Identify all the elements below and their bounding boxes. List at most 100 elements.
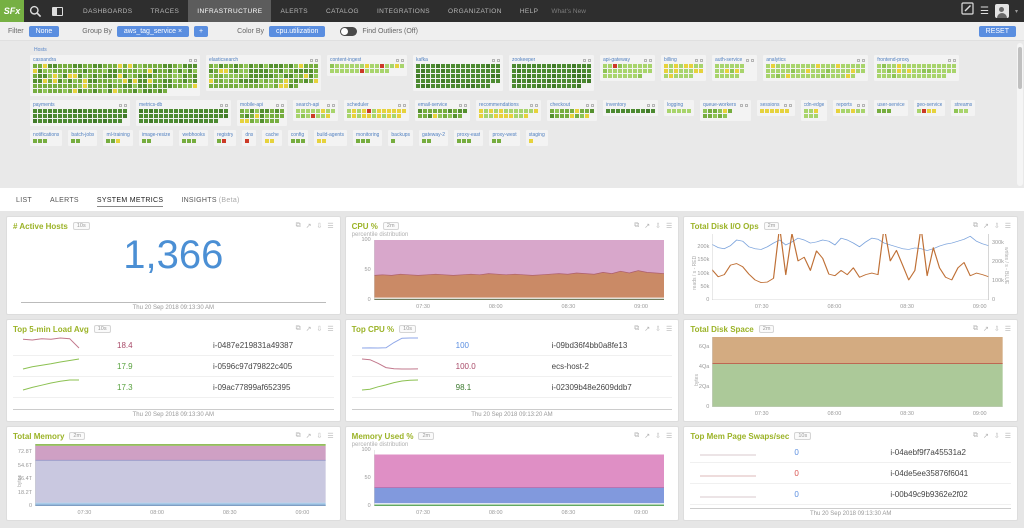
group-action-icons[interactable]: [783, 103, 792, 107]
host-cell[interactable]: [796, 64, 801, 68]
chart-menu-icon[interactable]: ☰: [1005, 325, 1011, 333]
host-cell[interactable]: [550, 114, 554, 118]
host-cell[interactable]: [366, 139, 371, 143]
heatmap-group-notifications[interactable]: notifications: [30, 130, 63, 146]
group-expand-icon[interactable]: [862, 103, 866, 107]
host-cell[interactable]: [699, 69, 703, 73]
host-cell[interactable]: [937, 74, 942, 78]
host-cell[interactable]: [532, 79, 536, 83]
host-cell[interactable]: [608, 69, 612, 73]
group-zoom-icon[interactable]: [783, 103, 787, 107]
host-cell[interactable]: [311, 109, 315, 113]
group-zoom-icon[interactable]: [857, 103, 861, 107]
host-cell[interactable]: [623, 64, 627, 68]
chevron-down-icon[interactable]: ▾: [1015, 8, 1018, 15]
host-cell[interactable]: [771, 69, 776, 73]
host-cell[interactable]: [68, 84, 72, 88]
host-cell[interactable]: [436, 74, 440, 78]
host-cell[interactable]: [422, 139, 427, 143]
host-cell[interactable]: [33, 89, 37, 93]
host-cell[interactable]: [786, 64, 791, 68]
host-cell[interactable]: [552, 79, 556, 83]
host-cell[interactable]: [791, 64, 796, 68]
host-cell[interactable]: [628, 74, 632, 78]
host-cell[interactable]: [587, 64, 591, 68]
group-expand-icon[interactable]: [649, 58, 652, 62]
host-cell[interactable]: [392, 109, 396, 113]
host-cell[interactable]: [214, 84, 218, 88]
host-cell[interactable]: [301, 109, 305, 113]
host-cell[interactable]: [98, 79, 102, 83]
host-cell[interactable]: [245, 114, 249, 118]
host-cell[interactable]: [98, 114, 102, 118]
host-cell[interactable]: [453, 109, 457, 113]
host-cell[interactable]: [357, 109, 361, 113]
plot-area[interactable]: bytes 72.8T 54.6T 36.4T 18.2T 0: [17, 444, 326, 509]
host-cell[interactable]: [846, 74, 851, 78]
host-cell[interactable]: [294, 74, 298, 78]
host-cell[interactable]: [811, 74, 816, 78]
host-cell[interactable]: [512, 69, 516, 73]
host-cell[interactable]: [229, 69, 233, 73]
host-cell[interactable]: [527, 84, 531, 88]
host-cell[interactable]: [345, 64, 349, 68]
group-action-icons[interactable]: [220, 103, 228, 107]
host-cell[interactable]: [528, 139, 533, 143]
host-cell[interactable]: [58, 119, 62, 123]
host-cell[interactable]: [63, 84, 67, 88]
host-cell[interactable]: [448, 114, 452, 118]
host-cell[interactable]: [148, 69, 152, 73]
group-zoom-icon[interactable]: [189, 58, 192, 62]
host-cell[interactable]: [108, 109, 112, 113]
host-cell[interactable]: [643, 64, 647, 68]
host-cell[interactable]: [916, 109, 921, 113]
host-cell[interactable]: [274, 64, 278, 68]
host-cell[interactable]: [861, 109, 866, 113]
host-cell[interactable]: [684, 74, 688, 78]
copy-icon[interactable]: ⧉: [296, 432, 301, 440]
group-expand-icon[interactable]: [953, 58, 957, 62]
host-cell[interactable]: [486, 79, 490, 83]
host-cell[interactable]: [725, 74, 729, 78]
host-cell[interactable]: [144, 114, 148, 118]
host-cell[interactable]: [387, 109, 391, 113]
host-cell[interactable]: [214, 74, 218, 78]
host-cell[interactable]: [300, 139, 305, 143]
host-cell[interactable]: [821, 64, 826, 68]
share-icon[interactable]: ↗: [983, 432, 989, 440]
host-cell[interactable]: [321, 114, 325, 118]
host-cell[interactable]: [250, 109, 254, 113]
host-cell[interactable]: [431, 84, 435, 88]
host-cell[interactable]: [139, 109, 143, 113]
host-cell[interactable]: [83, 69, 87, 73]
host-cell[interactable]: [306, 114, 310, 118]
host-cell[interactable]: [907, 69, 912, 73]
host-cell[interactable]: [189, 109, 193, 113]
host-cell[interactable]: [534, 109, 538, 113]
host-cell[interactable]: [229, 64, 233, 68]
host-cell[interactable]: [486, 64, 490, 68]
host-cell[interactable]: [781, 69, 786, 73]
host-cell[interactable]: [264, 69, 268, 73]
host-cell[interactable]: [63, 69, 67, 73]
host-cell[interactable]: [461, 84, 465, 88]
host-cell[interactable]: [48, 79, 52, 83]
host-cell[interactable]: [519, 114, 523, 118]
host-cell[interactable]: [340, 64, 344, 68]
group-action-icons[interactable]: [740, 103, 749, 107]
host-cell[interactable]: [917, 64, 922, 68]
host-cell[interactable]: [786, 69, 791, 73]
heatmap-group-sessions[interactable]: sessions: [757, 100, 795, 116]
host-cell[interactable]: [621, 109, 625, 113]
host-cell[interactable]: [372, 114, 376, 118]
host-cell[interactable]: [98, 84, 102, 88]
host-cell[interactable]: [188, 64, 192, 68]
copy-icon[interactable]: ⧉: [973, 432, 978, 440]
host-cell[interactable]: [808, 114, 813, 118]
host-cell[interactable]: [138, 69, 142, 73]
host-cell[interactable]: [582, 64, 586, 68]
group-zoom-icon[interactable]: [647, 103, 650, 107]
plot-area[interactable]: 100 50 0: [361, 237, 665, 303]
host-cell[interactable]: [703, 109, 707, 113]
host-cell[interactable]: [128, 84, 132, 88]
